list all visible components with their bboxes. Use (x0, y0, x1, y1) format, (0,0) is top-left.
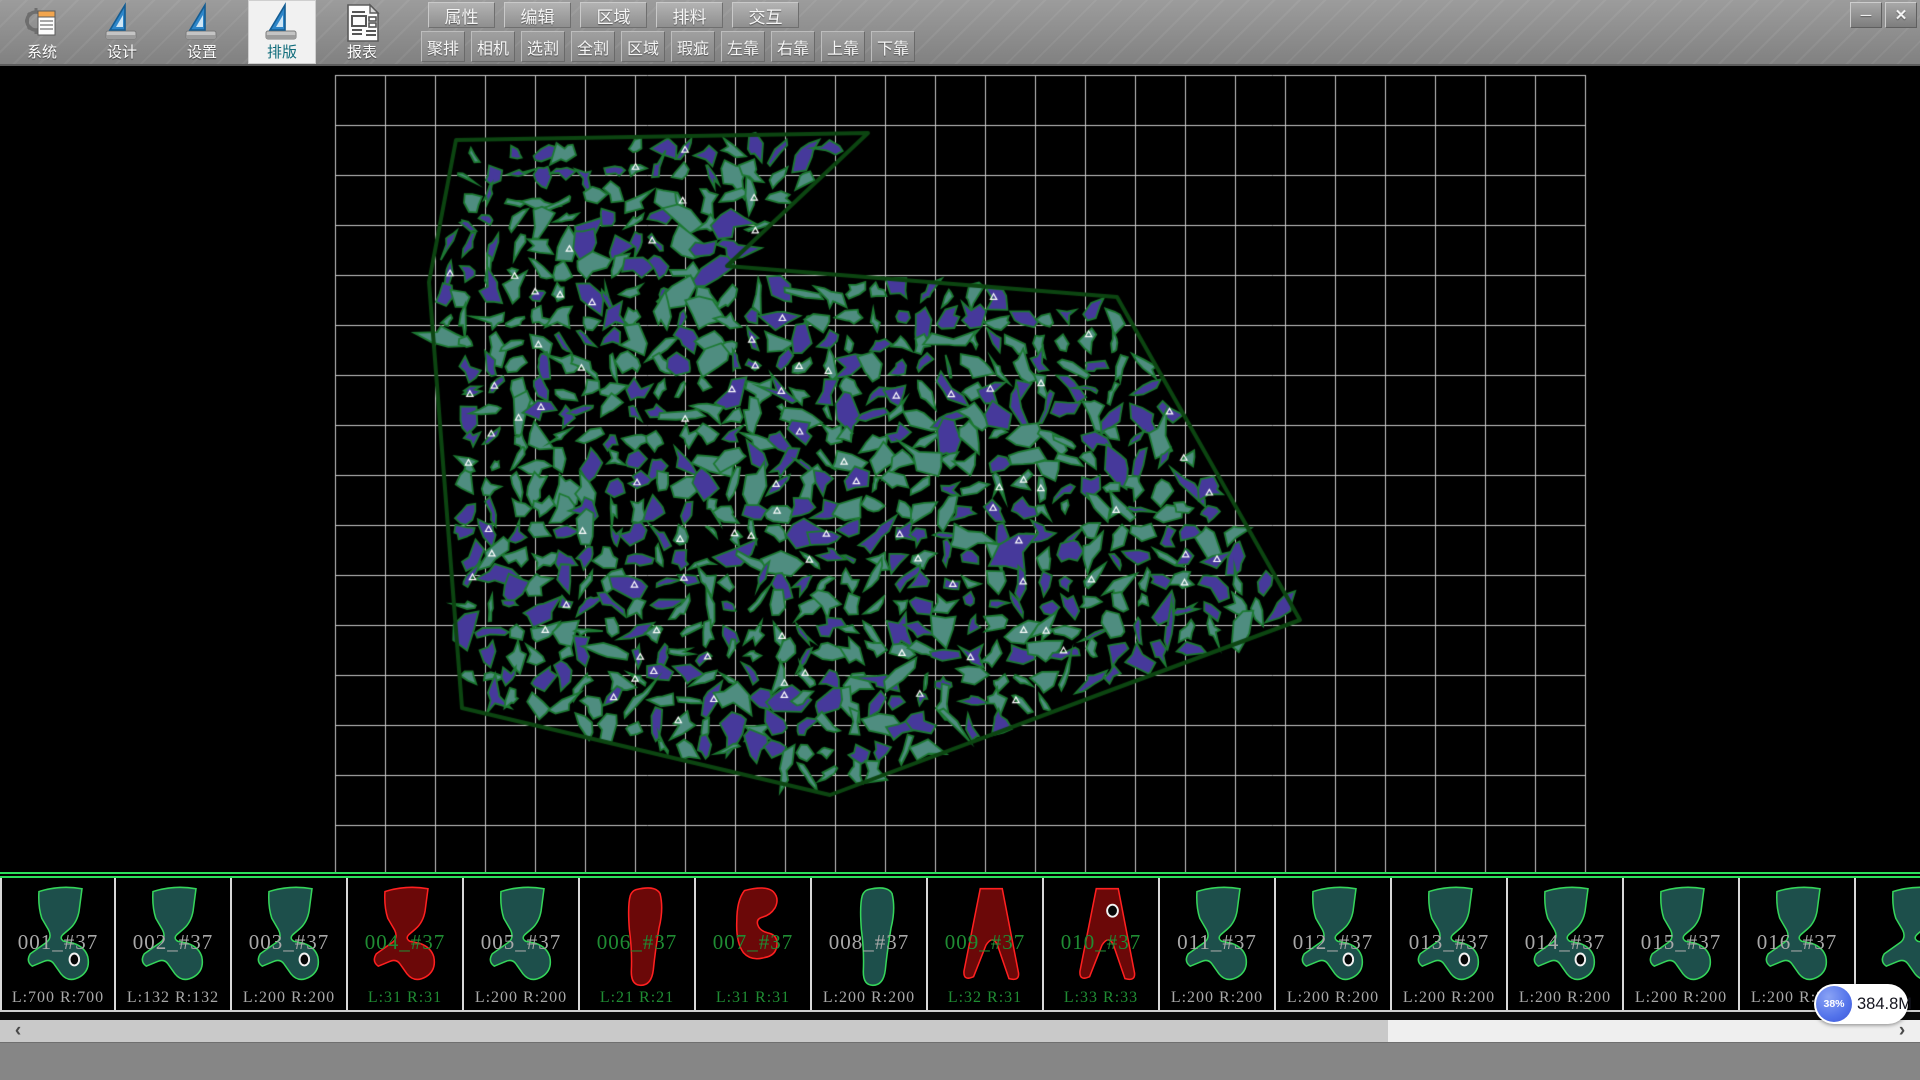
part-id-label: 009_#37 (928, 930, 1042, 955)
part-lr-count: L:200 R:200 (1160, 989, 1274, 1007)
launcher-button-2[interactable]: 设计 (88, 0, 156, 64)
part-id-label: 003_#37 (232, 930, 346, 955)
thumbnail-cell-12[interactable]: 012_#37 L:200 R:200 (1276, 878, 1392, 1010)
thumbnail-cell-7[interactable]: 007_#37 L:31 R:31 (696, 878, 812, 1010)
launcher-label: 排版 (267, 44, 297, 62)
window-controls: ─ ✕ (1850, 2, 1917, 28)
part-lr-count: L:32 R:31 (928, 989, 1042, 1007)
set-square-icon (101, 2, 143, 44)
part-id-label: 006_#37 (580, 930, 694, 955)
scroll-left-icon[interactable]: ‹ (0, 1020, 36, 1042)
launcher-button-3[interactable]: 设置 (168, 0, 236, 64)
tool-button-4[interactable]: 全割 (571, 31, 615, 62)
part-id-label: 012_#37 (1276, 930, 1390, 955)
launcher-label: 设置 (187, 44, 217, 62)
launcher-button-5[interactable]: 报表 (328, 0, 396, 64)
launcher-bar: 系统 设计 设置 排版 报表 (8, 0, 396, 64)
thumbnail-cell-3[interactable]: 003_#37 L:200 R:200 (232, 878, 348, 1010)
memory-widget[interactable]: 38% 384.8M (1814, 984, 1908, 1024)
thumbnail-cell-2[interactable]: 002_#37 L:132 R:132 (116, 878, 232, 1010)
part-lr-count: L:200 R:200 (1508, 989, 1622, 1007)
tool-button-8[interactable]: 右靠 (771, 31, 815, 62)
part-id-label: 015_#37 (1624, 930, 1738, 955)
part-id-label: 016_#37 (1740, 930, 1854, 955)
part-thumbnail-strip: 001_#37L:700 R:700002_#37L:132 R:132003_… (0, 878, 1920, 1012)
close-button[interactable]: ✕ (1885, 2, 1917, 28)
part-lr-count: L:200 R:200 (812, 989, 926, 1007)
tool-button-9[interactable]: 上靠 (821, 31, 865, 62)
titlebar: 系统设计设置排版报表 属性编辑区域排料交互 聚排相机选割全割区域瑕疵左靠右靠上靠… (0, 0, 1920, 66)
thumbnail-cell-14[interactable]: 014_#37 L:200 R:200 (1508, 878, 1624, 1010)
part-lr-count: L:200 R:200 (464, 989, 578, 1007)
tool-button-5[interactable]: 区域 (621, 31, 665, 62)
nesting-app-window: { "titlebar": { "launcher": [ {"label":"… (0, 0, 1920, 1080)
tool-button-2[interactable]: 相机 (471, 31, 515, 62)
menu-tab-3[interactable]: 区域 (580, 2, 647, 28)
memory-percent-badge: 38% (1816, 986, 1852, 1022)
part-lr-count: L:31 R:31 (696, 989, 810, 1007)
tool-button-10[interactable]: 下靠 (871, 31, 915, 62)
tool-button-7[interactable]: 左靠 (721, 31, 765, 62)
minimize-button[interactable]: ─ (1850, 2, 1882, 28)
menu-tab-5[interactable]: 交互 (732, 2, 799, 28)
part-lr-count: L:200 R:200 (232, 989, 346, 1007)
part-lr-count: L:31 R:31 (348, 989, 462, 1007)
nesting-canvas[interactable] (0, 66, 1920, 872)
menu-tab-2[interactable]: 编辑 (504, 2, 571, 28)
thumbnail-cell-6[interactable]: 006_#37 L:21 R:21 (580, 878, 696, 1010)
menu-tab-1[interactable]: 属性 (428, 2, 495, 28)
thumbnail-cell-4[interactable]: 004_#37 L:31 R:31 (348, 878, 464, 1010)
status-bar (0, 1042, 1920, 1080)
part-lr-count: L:132 R:132 (116, 989, 230, 1007)
part-id-label: 005_#37 (464, 930, 578, 955)
part-lr-count: L:700 R:700 (2, 989, 114, 1007)
gear-doc-icon (21, 2, 63, 44)
tool-button-3[interactable]: 选割 (521, 31, 565, 62)
thumbnail-cell-15[interactable]: 015_#37 L:200 R:200 (1624, 878, 1740, 1010)
part-id-label: 007_#37 (696, 930, 810, 955)
part-id-label: 002_#37 (116, 930, 230, 955)
part-id-label: 014_#37 (1508, 930, 1622, 955)
thumbnail-cell-13[interactable]: 013_#37 L:200 R:200 (1392, 878, 1508, 1010)
launcher-label: 系统 (27, 44, 57, 62)
memory-size-label: 384.8M (1857, 984, 1912, 1024)
part-lr-count: L:200 R:200 (1624, 989, 1738, 1007)
scrollbar-thumb[interactable] (0, 1020, 1388, 1042)
workspace (0, 66, 1920, 872)
thumbnail-cell-1[interactable]: 001_#37 L:700 R:700 (0, 878, 116, 1010)
launcher-label: 报表 (347, 44, 377, 62)
part-lr-count: L:200 R:200 (1392, 989, 1506, 1007)
report-icon (341, 2, 383, 44)
strip-gap (0, 1012, 1920, 1020)
part-lr-count: L:200 R:200 (1276, 989, 1390, 1007)
launcher-button-4[interactable]: 排版 (248, 0, 316, 64)
part-id-label: 010_#37 (1044, 930, 1158, 955)
set-square-icon (181, 2, 223, 44)
tool-button-bar: 聚排相机选割全割区域瑕疵左靠右靠上靠下靠 (421, 31, 915, 62)
part-id-label: 001_#37 (2, 930, 114, 955)
launcher-button-1[interactable]: 系统 (8, 0, 76, 64)
tool-button-1[interactable]: 聚排 (421, 31, 465, 62)
part-shape-preview (1870, 882, 1920, 992)
part-id-label: 011_#37 (1160, 930, 1274, 955)
part-id-label: 004_#37 (348, 930, 462, 955)
launcher-label: 设计 (107, 44, 137, 62)
thumbnail-cell-8[interactable]: 008_#37 L:200 R:200 (812, 878, 928, 1010)
thumbnail-cell-9[interactable]: 009_#37 L:32 R:31 (928, 878, 1044, 1010)
tool-button-6[interactable]: 瑕疵 (671, 31, 715, 62)
horizontal-scrollbar[interactable]: ‹ › (0, 1020, 1920, 1042)
menu-tab-bar: 属性编辑区域排料交互 (428, 2, 799, 28)
part-id-label: 013_#37 (1392, 930, 1506, 955)
part-lr-count: L:33 R:33 (1044, 989, 1158, 1007)
menu-tab-4[interactable]: 排料 (656, 2, 723, 28)
thumbnail-cell-11[interactable]: 011_#37 L:200 R:200 (1160, 878, 1276, 1010)
thumbnail-cell-5[interactable]: 005_#37 L:200 R:200 (464, 878, 580, 1010)
set-square-icon (261, 2, 303, 44)
part-lr-count: L:21 R:21 (580, 989, 694, 1007)
thumbnail-cell-10[interactable]: 010_#37 L:33 R:33 (1044, 878, 1160, 1010)
part-id-label: 008_#37 (812, 930, 926, 955)
